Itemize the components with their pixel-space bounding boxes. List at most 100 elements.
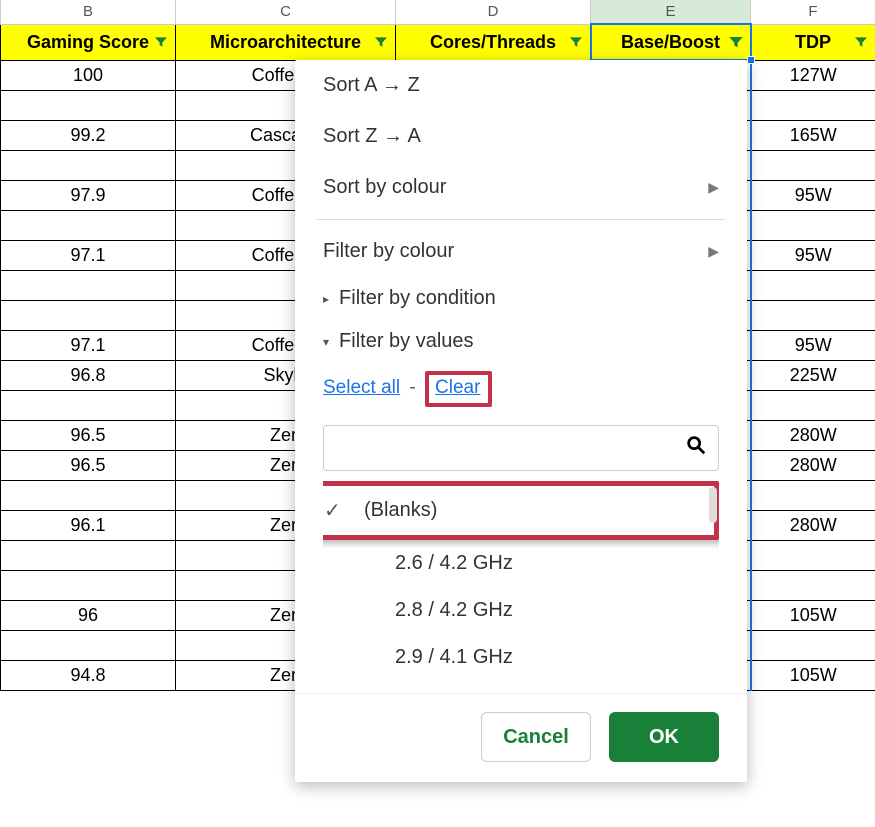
header-microarchitecture[interactable]: Microarchitecture: [176, 24, 396, 60]
cell[interactable]: 99.2: [1, 120, 176, 150]
cell[interactable]: [751, 390, 875, 420]
cell[interactable]: 96.5: [1, 420, 176, 450]
header-cores-threads[interactable]: Cores/Threads: [396, 24, 591, 60]
separator: [317, 219, 725, 220]
cell[interactable]: 105W: [751, 600, 875, 630]
col-letter-e[interactable]: E: [591, 0, 751, 24]
sort-a-z[interactable]: Sort A → Z: [295, 60, 747, 111]
cell[interactable]: [751, 540, 875, 570]
cell[interactable]: 165W: [751, 120, 875, 150]
cell[interactable]: [1, 480, 176, 510]
cell[interactable]: 95W: [751, 240, 875, 270]
cell[interactable]: 94.8: [1, 660, 176, 690]
cell[interactable]: 97.1: [1, 330, 176, 360]
cell[interactable]: 280W: [751, 510, 875, 540]
col-letter-f[interactable]: F: [751, 0, 875, 24]
expanded-triangle-icon: ▾: [323, 335, 329, 349]
filter-icon[interactable]: [151, 32, 171, 52]
filter-value-item[interactable]: ✓ (Blanks): [323, 481, 719, 540]
cell[interactable]: 96.8: [1, 360, 176, 390]
header-label: Base/Boost: [621, 32, 720, 52]
cell[interactable]: [751, 270, 875, 300]
header-tdp[interactable]: TDP: [751, 24, 875, 60]
filter-icon[interactable]: [726, 32, 746, 52]
header-label: Gaming Score: [27, 32, 149, 52]
sort-z-a[interactable]: Sort Z → A: [295, 111, 747, 162]
dialog-buttons: Cancel OK: [295, 693, 747, 768]
scrollbar-thumb[interactable]: [709, 487, 717, 523]
filter-value-label: 2.8 / 4.2 GHz: [395, 599, 513, 622]
filter-values-list: ✓ (Blanks) 2.6 / 4.2 GHz 2.8 / 4.2 GHz 2.9 /…: [323, 481, 719, 681]
cell[interactable]: 97.9: [1, 180, 176, 210]
filter-value-label: 2.9 / 4.1 GHz: [395, 646, 513, 669]
menu-label: Filter by colour: [323, 240, 454, 263]
filter-value-label: (Blanks): [364, 499, 437, 522]
cell[interactable]: [1, 390, 176, 420]
expander-label: Filter by values: [339, 330, 474, 353]
cell[interactable]: [751, 480, 875, 510]
cell[interactable]: [1, 300, 176, 330]
filter-icon[interactable]: [566, 32, 586, 52]
column-letters-row: B C D E F: [1, 0, 875, 24]
col-letter-d[interactable]: D: [396, 0, 591, 24]
filter-by-colour[interactable]: Filter by colour ▶: [295, 226, 747, 277]
cell[interactable]: [1, 570, 176, 600]
cell[interactable]: 96.5: [1, 450, 176, 480]
cell[interactable]: [1, 630, 176, 660]
cell[interactable]: [1, 150, 176, 180]
cell[interactable]: [751, 630, 875, 660]
cell[interactable]: 95W: [751, 180, 875, 210]
col-letter-b[interactable]: B: [1, 0, 176, 24]
clear-highlight-box: Clear: [425, 371, 492, 407]
filter-by-condition[interactable]: ▸ Filter by condition: [295, 277, 747, 320]
clear-link[interactable]: Clear: [435, 377, 480, 398]
menu-label: Sort A → Z: [323, 74, 420, 97]
filter-search-input[interactable]: [323, 425, 719, 471]
cell[interactable]: 96: [1, 600, 176, 630]
header-label: Microarchitecture: [210, 32, 361, 52]
cell[interactable]: [751, 570, 875, 600]
cell[interactable]: [1, 90, 176, 120]
expander-label: Filter by condition: [339, 287, 496, 310]
header-base-boost[interactable]: Base/Boost: [591, 24, 751, 60]
header-label: TDP: [795, 32, 831, 52]
filter-icon[interactable]: [851, 32, 871, 52]
cell[interactable]: 280W: [751, 450, 875, 480]
chevron-right-icon: ▶: [708, 243, 719, 260]
cell[interactable]: [751, 300, 875, 330]
cell[interactable]: 280W: [751, 420, 875, 450]
filter-value-item[interactable]: 2.9 / 4.1 GHz: [323, 634, 719, 681]
search-wrap: [323, 425, 719, 471]
filter-value-item[interactable]: 2.8 / 4.2 GHz: [323, 587, 719, 634]
check-icon: ✓: [324, 498, 346, 523]
cell[interactable]: 127W: [751, 60, 875, 90]
col-letter-c[interactable]: C: [176, 0, 396, 24]
filter-value-label: 2.6 / 4.2 GHz: [395, 552, 513, 575]
cell[interactable]: 100: [1, 60, 176, 90]
filter-by-values[interactable]: ▾ Filter by values: [295, 320, 747, 363]
select-clear-row: Select all - Clear: [319, 363, 747, 415]
cell[interactable]: [751, 210, 875, 240]
select-all-link[interactable]: Select all: [323, 377, 400, 398]
filter-value-item[interactable]: 2.6 / 4.2 GHz: [323, 540, 719, 587]
cell[interactable]: [751, 90, 875, 120]
cell[interactable]: [1, 270, 176, 300]
cancel-button[interactable]: Cancel: [481, 712, 591, 762]
header-gaming-score[interactable]: Gaming Score: [1, 24, 176, 60]
chevron-right-icon: ▶: [708, 179, 719, 196]
filter-icon[interactable]: [371, 32, 391, 52]
header-label: Cores/Threads: [430, 32, 556, 52]
ok-button[interactable]: OK: [609, 712, 719, 762]
cell[interactable]: 225W: [751, 360, 875, 390]
sort-by-colour[interactable]: Sort by colour ▶: [295, 162, 747, 213]
cell[interactable]: 96.1: [1, 510, 176, 540]
cell[interactable]: 95W: [751, 330, 875, 360]
cell[interactable]: [1, 210, 176, 240]
selection-handle[interactable]: [747, 56, 755, 64]
cell[interactable]: 105W: [751, 660, 875, 690]
cell[interactable]: [1, 540, 176, 570]
cell[interactable]: [751, 150, 875, 180]
cell[interactable]: 97.1: [1, 240, 176, 270]
search-icon[interactable]: [685, 434, 707, 462]
header-row: Gaming Score Microarchitecture Cores/Thr…: [1, 24, 875, 60]
